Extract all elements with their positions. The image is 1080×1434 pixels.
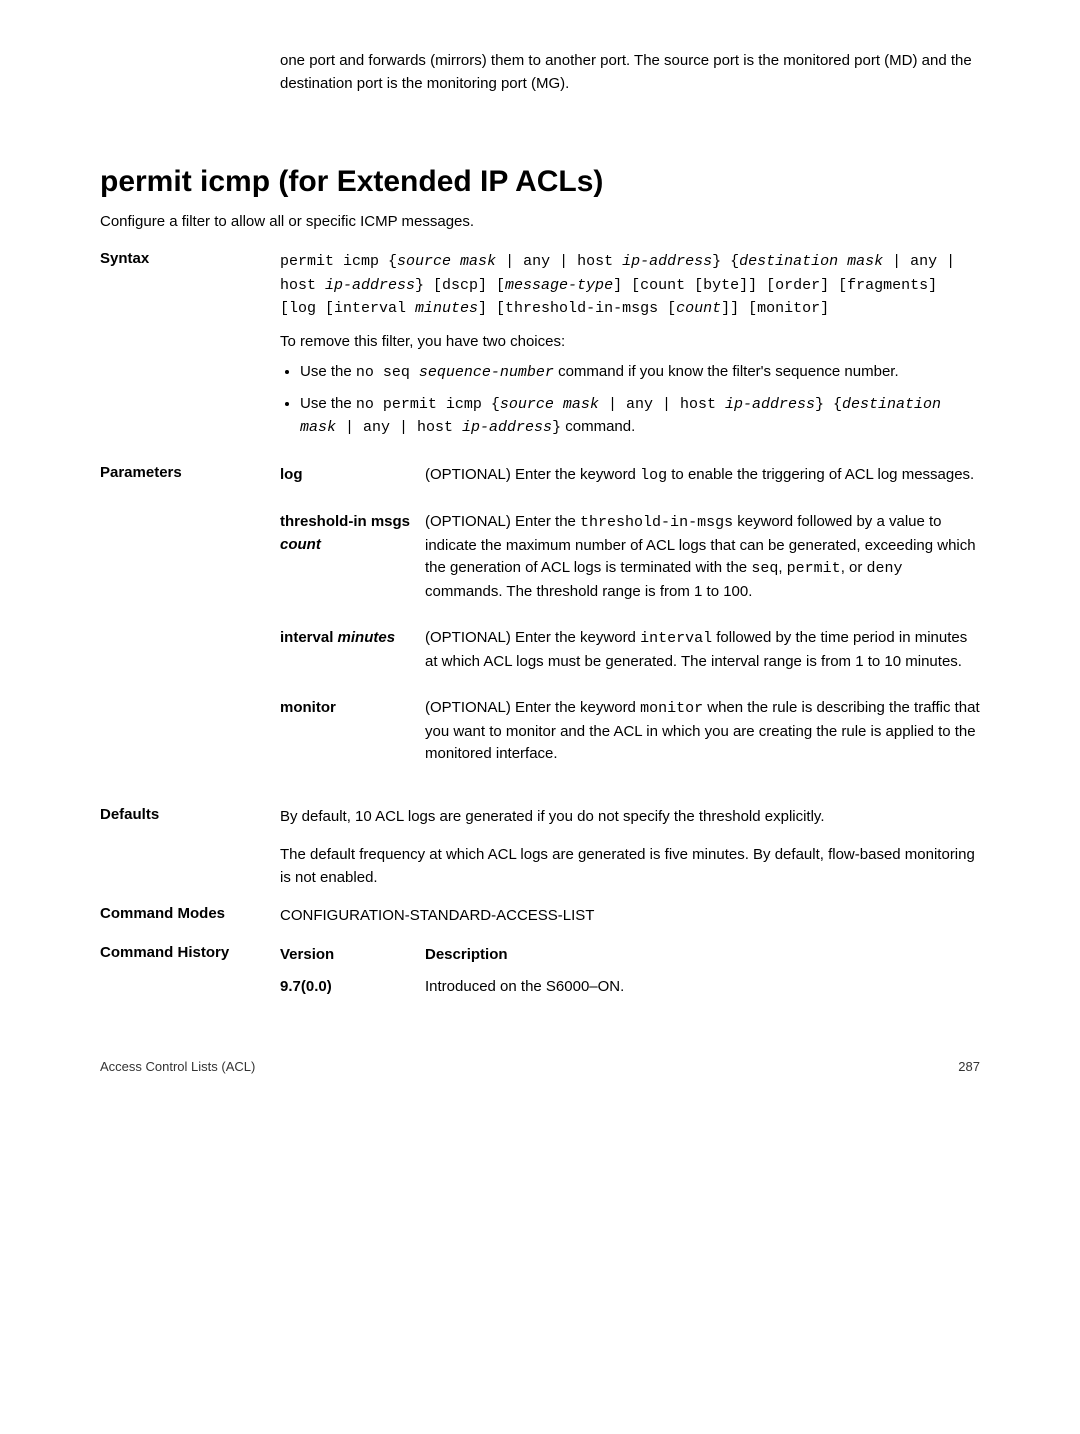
syntax-code: permit icmp {source mask | any | host ip… <box>280 253 955 317</box>
intro-paragraph: one port and forwards (mirrors) them to … <box>280 50 980 95</box>
command-modes-value: CONFIGURATION-STANDARD-ACCESS-LIST <box>280 905 980 928</box>
footer-left: Access Control Lists (ACL) <box>100 1059 255 1074</box>
defaults-content: By default, 10 ACL logs are generated if… <box>280 806 980 890</box>
header-description: Description <box>425 944 980 967</box>
param-row-log: log (OPTIONAL) Enter the keyword log to … <box>280 464 980 488</box>
param-row-threshold: threshold-in msgs count (OPTIONAL) Enter… <box>280 511 980 603</box>
page-title: permit icmp (for Extended IP ACLs) <box>100 165 980 199</box>
param-name-threshold: threshold-in msgs count <box>280 511 425 603</box>
param-desc-log: (OPTIONAL) Enter the keyword log to enab… <box>425 464 980 488</box>
param-desc-interval: (OPTIONAL) Enter the keyword interval fo… <box>425 627 980 673</box>
syntax-remove-text: To remove this filter, you have two choi… <box>280 331 980 354</box>
defaults-label: Defaults <box>100 806 280 890</box>
version-description: Introduced on the S6000–ON. <box>425 976 980 999</box>
defaults-p1: By default, 10 ACL logs are generated if… <box>280 806 980 829</box>
param-name-log: log <box>280 464 425 488</box>
param-row-monitor: monitor (OPTIONAL) Enter the keyword mon… <box>280 697 980 766</box>
syntax-content: permit icmp {source mask | any | host ip… <box>280 250 980 448</box>
syntax-choice-2: Use the no permit icmp {source mask | an… <box>300 393 980 440</box>
command-modes-label: Command Modes <box>100 905 280 928</box>
parameters-label: Parameters <box>100 464 280 790</box>
param-desc-monitor: (OPTIONAL) Enter the keyword monitor whe… <box>425 697 980 766</box>
defaults-p2: The default frequency at which ACL logs … <box>280 844 980 889</box>
command-history-label: Command History <box>100 944 280 1009</box>
syntax-choice-1: Use the no seq sequence-number command i… <box>300 361 980 385</box>
command-history-row: 9.7(0.0) Introduced on the S6000–ON. <box>280 976 980 999</box>
footer-page-number: 287 <box>958 1059 980 1074</box>
syntax-choices-list: Use the no seq sequence-number command i… <box>280 361 980 440</box>
param-name-interval: interval minutes <box>280 627 425 673</box>
syntax-label: Syntax <box>100 250 280 448</box>
page-footer: Access Control Lists (ACL) 287 <box>100 1059 980 1074</box>
param-desc-threshold: (OPTIONAL) Enter the threshold-in-msgs k… <box>425 511 980 603</box>
page-subtitle: Configure a filter to allow all or speci… <box>100 213 980 230</box>
param-row-interval: interval minutes (OPTIONAL) Enter the ke… <box>280 627 980 673</box>
header-version: Version <box>280 944 425 967</box>
param-name-monitor: monitor <box>280 697 425 766</box>
version-value: 9.7(0.0) <box>280 976 425 999</box>
command-history-header: Version Description <box>280 944 980 967</box>
